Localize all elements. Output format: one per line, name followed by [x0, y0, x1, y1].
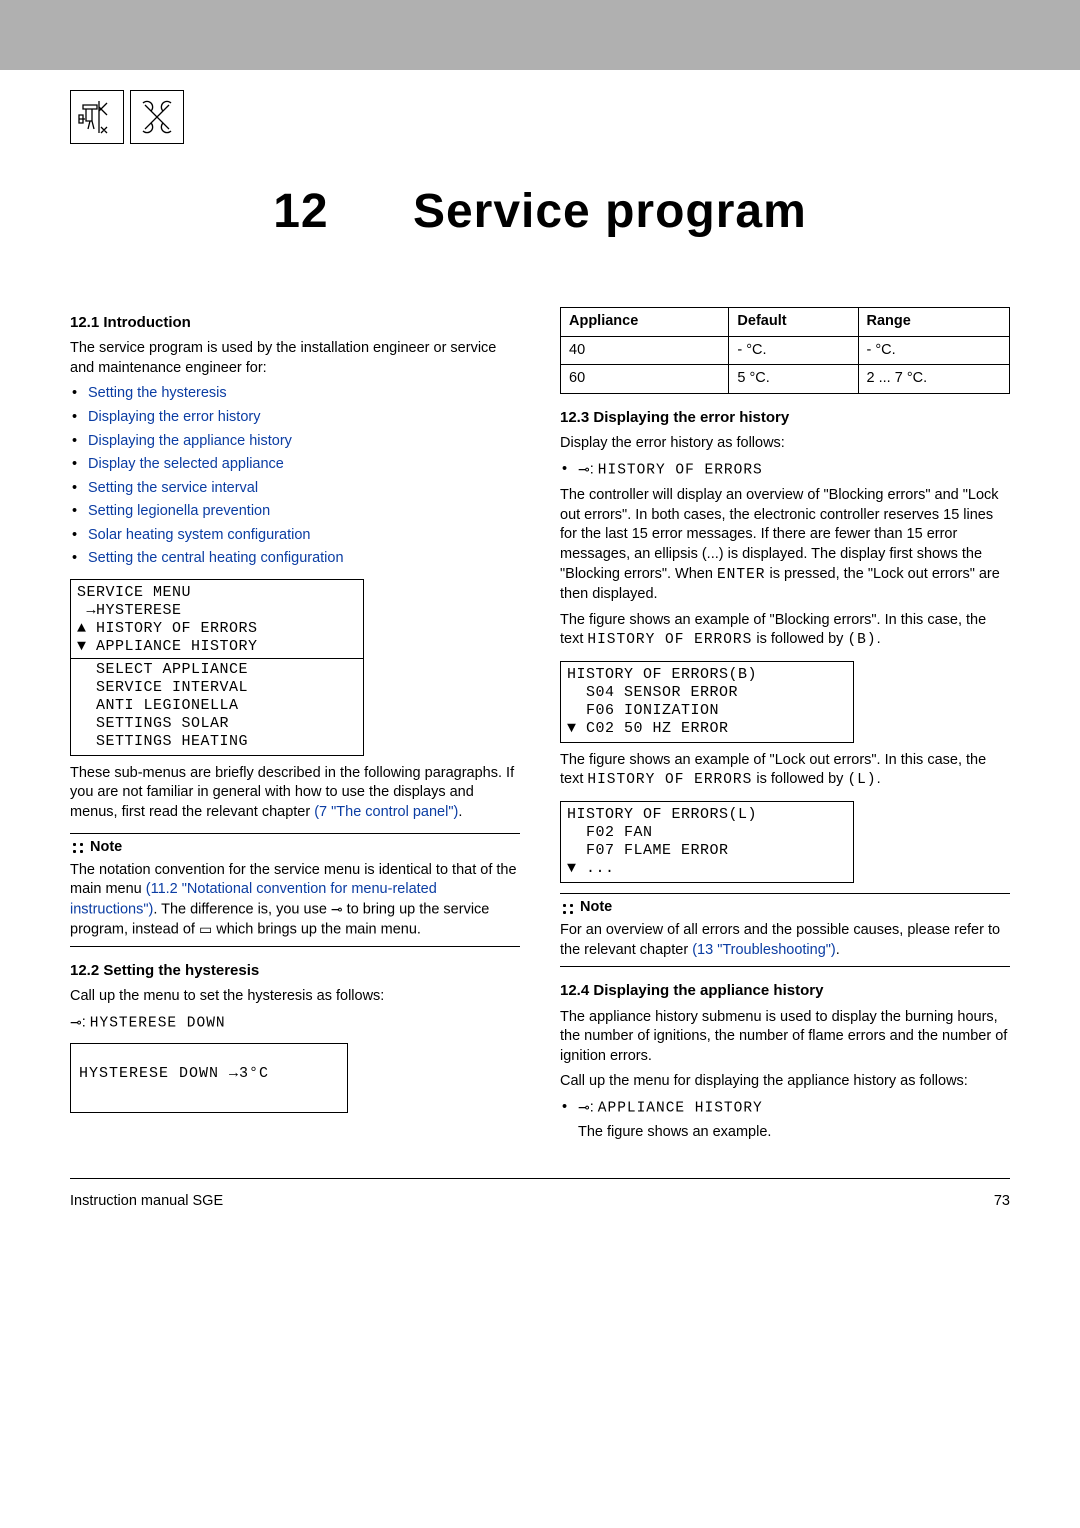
apphist-cmd-list: ⊸: APPLIANCE HISTORY The figure shows an… — [560, 1098, 1010, 1142]
errhist-intro: Display the error history as follows: — [560, 434, 1010, 454]
note-body: For an overview of all errors and the po… — [560, 921, 1010, 960]
button-icon: ▭ — [199, 920, 212, 939]
tools-icon — [130, 90, 184, 144]
category-icons — [0, 70, 1080, 154]
link-solar[interactable]: Solar heating system configuration — [88, 527, 310, 543]
link-troubleshooting[interactable]: (13 "Troubleshooting") — [692, 942, 836, 958]
lcd-hysterese: HYSTERESE DOWN →3°C — [70, 1043, 348, 1113]
errhist-lock-desc: The figure shows an example of "Lock out… — [560, 751, 1010, 791]
plumbing-icon — [70, 90, 124, 144]
link-selected-appliance[interactable]: Display the selected appliance — [88, 456, 284, 472]
submenu-description: These sub-menus are briefly described in… — [70, 764, 520, 823]
apphist-p1: The appliance history submenu is used to… — [560, 1008, 1010, 1067]
errhist-desc: The controller will display an overview … — [560, 486, 1010, 604]
page-number: 73 — [994, 1193, 1010, 1209]
key-icon: ⊸ — [70, 1013, 82, 1032]
note-icon — [560, 901, 574, 915]
link-error-history[interactable]: Displaying the error history — [88, 409, 260, 425]
lcd-service-menu: SERVICE MENU →HYSTERESE ▲ HISTORY OF ERR… — [70, 579, 364, 756]
chapter-title: 12 Service program — [0, 184, 1080, 239]
heading-12-2: 12.2 Setting the hysteresis — [70, 961, 520, 981]
heading-12-3: 12.3 Displaying the error history — [560, 408, 1010, 428]
key-icon: ⊸ — [578, 1098, 590, 1117]
note-heading: Note — [70, 838, 122, 858]
wrench-svg — [137, 97, 177, 137]
cmd-hysterese: HYSTERESE DOWN — [90, 1015, 226, 1031]
link-hysteresis[interactable]: Setting the hysteresis — [88, 385, 227, 401]
lcd-errors-l: HISTORY OF ERRORS(L) F02 FAN F07 FLAME E… — [560, 801, 854, 883]
table-row: Appliance Default Range — [561, 308, 1010, 337]
header-bar — [0, 0, 1080, 70]
chapter-number: 12 — [273, 185, 328, 238]
appliance-table: Appliance Default Range 40 - °C. - °C. 6… — [560, 307, 1010, 394]
list-item: Setting the service interval — [70, 479, 520, 499]
heading-12-4: 12.4 Displaying the appliance history — [560, 981, 1010, 1001]
th-appliance: Appliance — [561, 308, 729, 337]
list-item: Displaying the error history — [70, 408, 520, 428]
list-item: ⊸: APPLIANCE HISTORY The figure shows an… — [560, 1098, 1010, 1142]
note-label: Note — [90, 838, 122, 858]
chapter-name: Service program — [413, 185, 807, 238]
table-row: 40 - °C. - °C. — [561, 336, 1010, 365]
hysteresis-cmd: ⊸: HYSTERESE DOWN — [70, 1013, 520, 1034]
apphist-p2: Call up the menu for displaying the appl… — [560, 1072, 1010, 1092]
right-column: Appliance Default Range 40 - °C. - °C. 6… — [560, 299, 1010, 1148]
link-appliance-history[interactable]: Displaying the appliance history — [88, 433, 292, 449]
intro-paragraph: The service program is used by the insta… — [70, 339, 520, 378]
lcd-service-top: SERVICE MENU →HYSTERESE ▲ HISTORY OF ERR… — [77, 584, 258, 655]
footer-title: Instruction manual SGE — [70, 1193, 223, 1209]
cmd-history: HISTORY OF ERRORS — [598, 462, 763, 478]
cmd-appliance-history: APPLIANCE HISTORY — [598, 1100, 763, 1116]
note-heading: Note — [560, 898, 612, 918]
table-row: 60 5 °C. 2 ... 7 °C. — [561, 365, 1010, 394]
note-notation: Note The notation convention for the ser… — [70, 833, 520, 947]
link-legionella[interactable]: Setting legionella prevention — [88, 503, 270, 519]
list-item: ⊸: HISTORY OF ERRORS — [560, 460, 1010, 481]
note-body: The notation convention for the service … — [70, 861, 520, 940]
list-item: Setting the hysteresis — [70, 384, 520, 404]
apphist-p3: The figure shows an example. — [578, 1119, 1010, 1143]
list-item: Display the selected appliance — [70, 455, 520, 475]
lcd-service-bottom: SELECT APPLIANCE SERVICE INTERVAL ANTI L… — [77, 661, 248, 750]
note-icon — [70, 840, 84, 854]
errhist-cmd-list: ⊸: HISTORY OF ERRORS — [560, 460, 1010, 481]
link-service-interval[interactable]: Setting the service interval — [88, 480, 258, 496]
list-item: Displaying the appliance history — [70, 432, 520, 452]
page-footer: Instruction manual SGE 73 — [70, 1178, 1010, 1229]
intro-link-list: Setting the hysteresis Displaying the er… — [70, 384, 520, 569]
link-control-panel[interactable]: (7 "The control panel") — [314, 804, 458, 820]
list-item: Solar heating system configuration — [70, 526, 520, 546]
note-label: Note — [580, 898, 612, 918]
lcd-errors-b: HISTORY OF ERRORS(B) S04 SENSOR ERROR F0… — [560, 661, 854, 743]
link-heating[interactable]: Setting the central heating configuratio… — [88, 550, 344, 566]
heading-12-1: 12.1 Introduction — [70, 313, 520, 333]
left-column: 12.1 Introduction The service program is… — [70, 299, 520, 1148]
key-icon: ⊸ — [578, 460, 590, 479]
key-icon: ⊸ — [331, 900, 343, 919]
hysteresis-intro: Call up the menu to set the hysteresis a… — [70, 987, 520, 1007]
note-errors: Note For an overview of all errors and t… — [560, 893, 1010, 967]
th-default: Default — [729, 308, 858, 337]
th-range: Range — [858, 308, 1009, 337]
errhist-block-desc: The figure shows an example of "Blocking… — [560, 611, 1010, 651]
lcd-divider — [71, 658, 363, 659]
list-item: Setting the central heating configuratio… — [70, 549, 520, 569]
tap-svg — [77, 97, 117, 137]
enter-label: ENTER — [717, 567, 766, 583]
list-item: Setting legionella prevention — [70, 502, 520, 522]
content-columns: 12.1 Introduction The service program is… — [0, 299, 1080, 1178]
